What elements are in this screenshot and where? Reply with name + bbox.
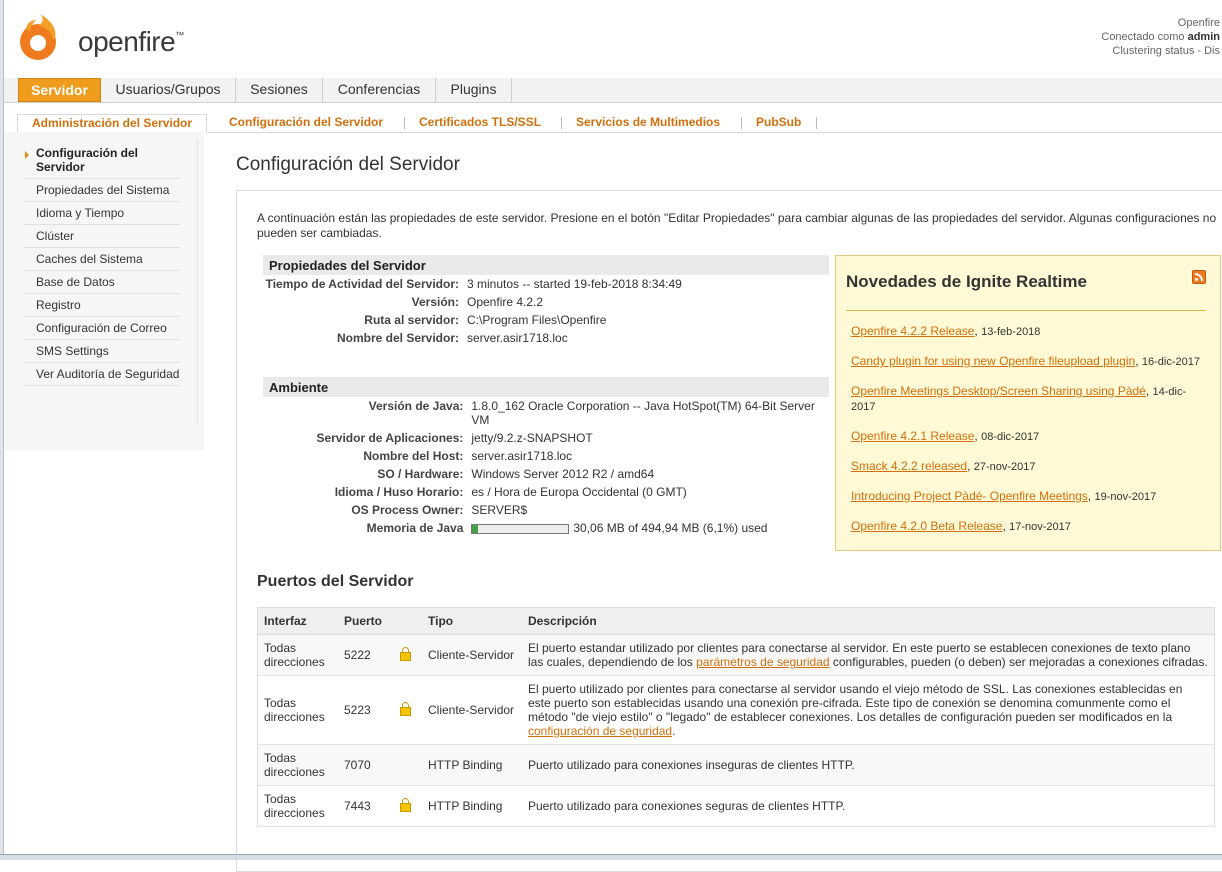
column-header: Tipo [422,607,522,635]
sidebar-item-sms[interactable]: SMS Settings [24,340,180,363]
tab-conferencias[interactable]: Conferencias [323,78,436,102]
sidebar-item-correo[interactable]: Configuración de Correo [24,317,180,340]
taskbar-edge [0,854,1222,860]
sidebar-item-configuracion-servidor[interactable]: Configuración del Servidor [24,142,180,179]
news-box: Novedades de Ignite Realtime Openfire 4.… [835,255,1221,551]
table-header-row: Interfaz Puerto Tipo Descripción [257,607,1215,635]
news-link[interactable]: Smack 4.2.2 released [851,459,967,473]
property-row: Idioma / Huso Horario: es / Hora de Europ… [334,485,687,499]
sidebar-item-propiedades-sistema[interactable]: Propiedades del Sistema [24,179,180,202]
news-item: Openfire 4.2.0 Beta Release, 17-nov-2017 [851,519,1071,533]
lock-icon [400,647,411,661]
column-header: Interfaz [257,607,338,635]
news-divider [846,310,1206,311]
header: openfire™ Openfire Conectado como admin … [4,0,1222,79]
news-link[interactable]: Openfire 4.2.2 Release [851,324,974,338]
section-title: Ambiente [263,377,829,397]
subtab-configuracion[interactable]: Configuración del Servidor [215,114,397,132]
news-title: Novedades de Ignite Realtime [846,272,1087,291]
property-row: Versión de Java: 1.8.0_162 Oracle Corpora… [368,399,815,427]
ports-title: Puertos del Servidor [257,573,414,590]
openfire-logo[interactable]: openfire™ [14,10,184,64]
rss-icon[interactable] [1192,270,1206,284]
news-link[interactable]: Openfire Meetings Desktop/Screen Sharing… [851,384,1146,398]
tab-usuarios-grupos[interactable]: Usuarios/Grupos [101,78,236,102]
arrow-right-icon [25,151,29,159]
section-title: Propiedades del Servidor [263,255,829,275]
session-info: Openfire Conectado como admin Clustering… [1101,16,1220,58]
news-item: Openfire 4.2.2 Release, 13-feb-2018 [851,324,1041,338]
connected-user[interactable]: admin [1188,31,1220,43]
clustering-status: Clustering status - Dis [1112,45,1220,57]
product-name: Openfire [1177,17,1220,29]
news-link[interactable]: Candy plugin for using new Openfire file… [851,354,1135,368]
property-row: Ruta al servidor: C:\Program Files\Openfi… [364,313,607,327]
sidebar-item-auditoria[interactable]: Ver Auditoría de Seguridad [24,363,180,386]
property-row: Nombre del Servidor: server.asir1718.loc [336,331,568,345]
news-link[interactable]: Openfire 4.2.0 Beta Release [851,519,1002,533]
subtab-multimedios[interactable]: Servicios de Multimedios [562,114,734,132]
environment-table: Ambiente Versión de Java: 1.8.0_162 Oracl… [263,377,829,537]
ports-table: Interfaz Puerto Tipo Descripción Todas d… [257,607,1215,827]
memory-usage-bar [471,523,570,534]
property-row: OS Process Owner: SERVER$ [351,503,528,517]
security-config-link[interactable]: configuración de seguridad [528,724,672,738]
sidebar-item-registro[interactable]: Registro [24,294,180,317]
sub-nav: Administración del Servidor Configuració… [4,112,1222,133]
news-link[interactable]: Introducing Project Pàdé- Openfire Meeti… [851,489,1088,503]
property-row: Versión: Openfire 4.2.2 [411,295,544,309]
lock-icon [400,798,411,812]
server-info-panel: A continuación están las propiedades de … [236,190,1222,872]
tab-plugins[interactable]: Plugins [436,78,512,102]
main-content: Configuración del Servidor A continuació… [218,138,1222,872]
table-row: Todas direcciones 7070 HTTP Binding Puer… [257,744,1215,786]
page-title: Configuración del Servidor [236,154,460,175]
tab-sesiones[interactable]: Sesiones [236,78,323,102]
property-row: SO / Hardware: Windows Server 2012 R2 / a… [377,467,655,481]
property-row: Servidor de Aplicaciones: jetty/9.2.z-SNA… [316,431,593,445]
news-item: Introducing Project Pàdé- Openfire Meeti… [851,489,1157,503]
tab-servidor[interactable]: Servidor [18,78,101,102]
sidebar: Configuración del Servidor Propiedades d… [4,132,204,450]
property-row: Nombre del Host: server.asir1718.loc [363,449,573,463]
column-header: Descripción [522,607,1215,635]
sidebar-item-caches[interactable]: Caches del Sistema [24,248,180,271]
news-item: Smack 4.2.2 released, 27-nov-2017 [851,459,1036,473]
sidebar-item-idioma-tiempo[interactable]: Idioma y Tiempo [24,202,180,225]
news-item: Openfire Meetings Desktop/Screen Sharing… [851,384,1187,413]
main-nav: Servidor Usuarios/Grupos Sesiones Confer… [4,78,1222,103]
memory-usage-fill [472,524,479,533]
sidebar-divider [197,138,198,424]
connected-as: Conectado como admin [1101,31,1220,43]
news-link[interactable]: Openfire 4.2.1 Release [851,429,974,443]
subtab-certificados[interactable]: Certificados TLS/SSL [405,114,555,132]
server-properties-table: Propiedades del Servidor Tiempo de Activ… [263,255,829,347]
intro-text: A continuación están las propiedades de … [257,211,1217,240]
sidebar-item-base-datos[interactable]: Base de Datos [24,271,180,294]
memory-usage-text: 30,06 MB of 494,94 MB (6,1%) used [573,521,768,535]
column-header: Puerto [338,607,394,635]
logo-text: openfire™ [78,26,184,57]
table-row: Todas direcciones 5222 Cliente-Servidor … [257,634,1215,676]
table-row: Todas direcciones 5223 Cliente-Servidor … [257,675,1215,745]
news-item: Candy plugin for using new Openfire file… [851,354,1200,368]
news-item: Openfire 4.2.1 Release, 08-dic-2017 [851,429,1040,443]
table-row: Todas direcciones 7443 HTTP Binding Puer… [257,785,1215,827]
sidebar-item-cluster[interactable]: Clúster [24,225,180,248]
news-list: Openfire 4.2.2 Release, 13-feb-2018 Cand… [851,324,1207,549]
subtab-separator [816,117,817,129]
lock-icon [400,702,411,716]
subtab-administracion[interactable]: Administración del Servidor [17,114,208,133]
memory-row: Memoria de Java 30,06 MB of 494,94 MB (6… [366,521,768,535]
property-row: Tiempo de Actividad del Servidor: 3 minut… [265,277,682,291]
security-params-link[interactable]: parámetros de seguridad [696,655,829,669]
subtab-pubsub[interactable]: PubSub [742,114,815,132]
flame-icon [20,14,56,60]
